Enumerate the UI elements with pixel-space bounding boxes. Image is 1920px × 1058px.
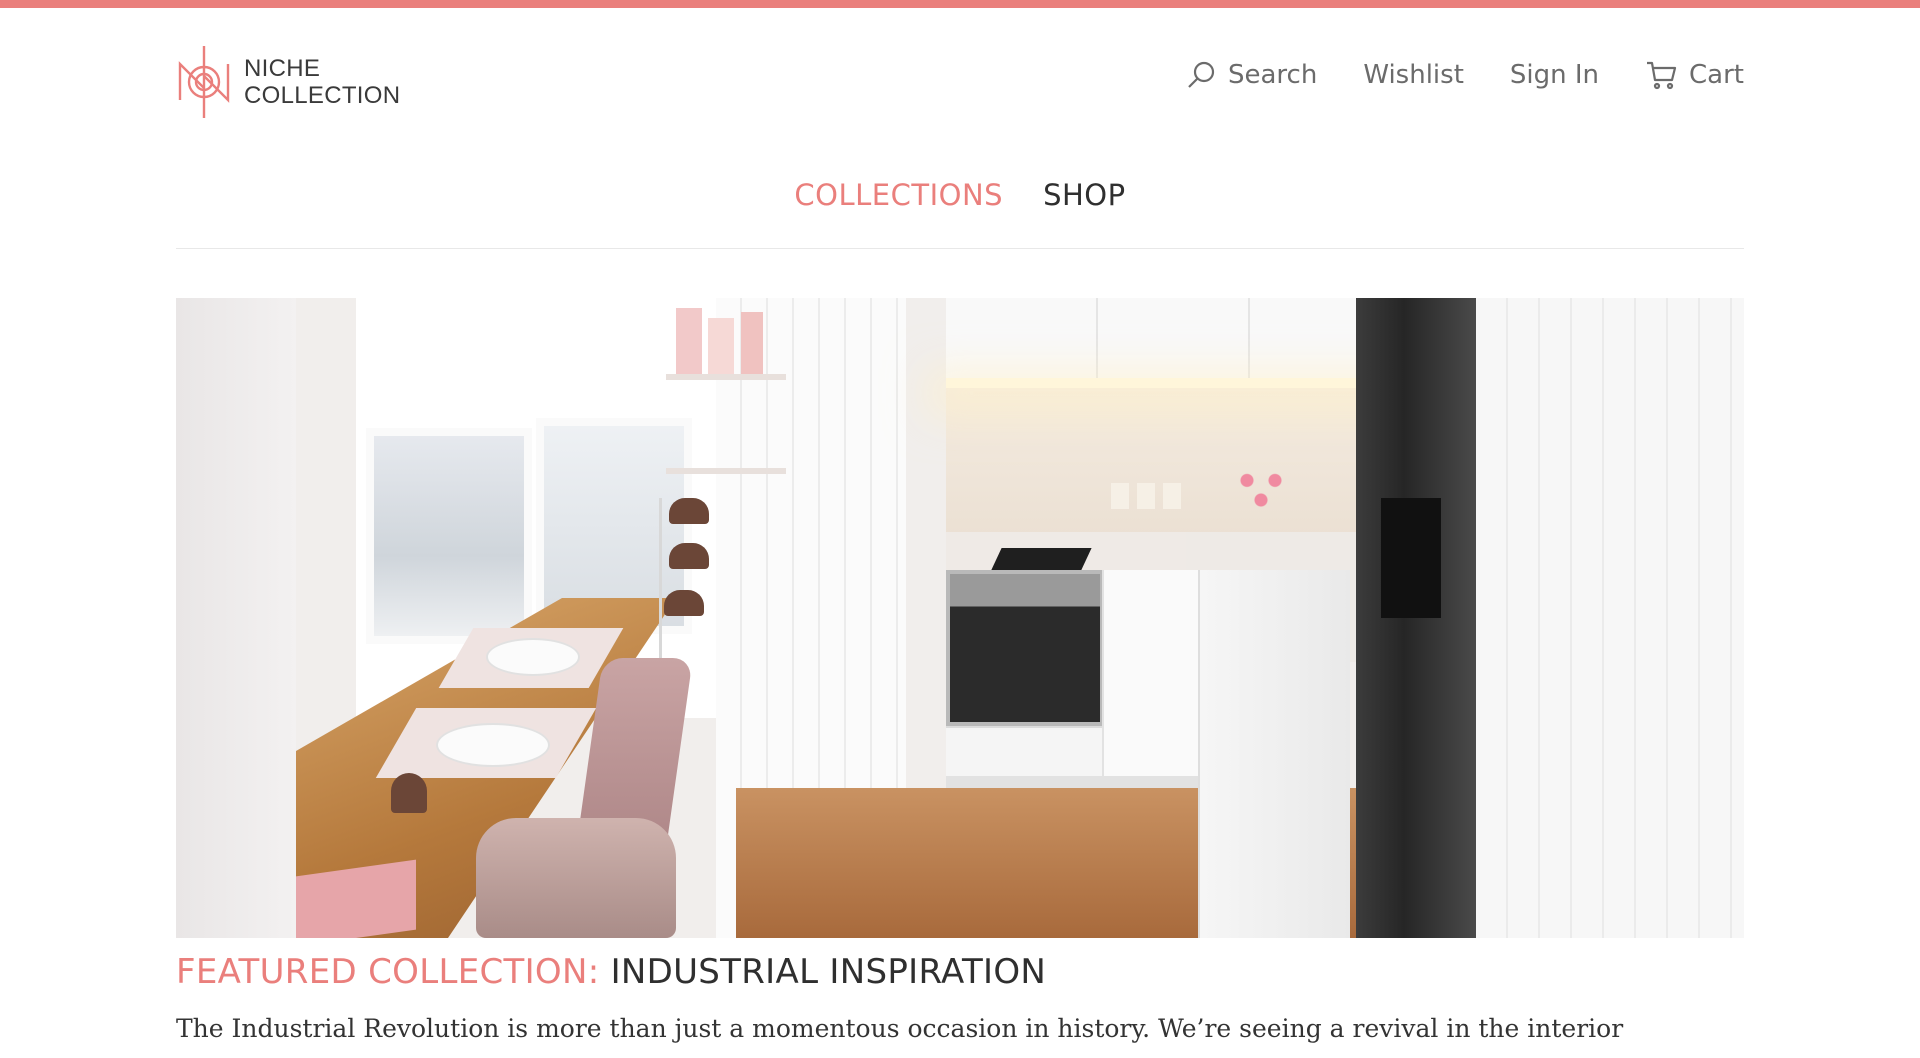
hero-plinth — [946, 776, 1198, 788]
hero-jars — [1111, 483, 1181, 509]
hero-shelf-box — [708, 318, 734, 374]
hero-cupcake — [669, 543, 709, 569]
brand-logo[interactable]: NICHE COLLECTION — [176, 44, 400, 120]
hero-shelf — [666, 468, 786, 474]
nav-shop[interactable]: SHOP — [1043, 178, 1126, 212]
hero-cake-stand — [1226, 458, 1296, 514]
hero-wall-left — [176, 298, 296, 938]
logo-mark-icon — [178, 46, 230, 118]
cart-icon — [1647, 61, 1677, 90]
header-divider — [176, 248, 1744, 249]
signin-label: Sign In — [1509, 60, 1600, 90]
featured-collection-name: INDUSTRIAL INSPIRATION — [610, 952, 1047, 992]
hero-fridge — [1356, 298, 1476, 938]
hero-cupcake — [669, 498, 709, 524]
featured-label: FEATURED COLLECTION: — [176, 952, 600, 992]
wishlist-link[interactable]: Wishlist — [1363, 60, 1464, 90]
featured-collection-heading[interactable]: FEATURED COLLECTION: INDUSTRIAL INSPIRAT… — [176, 952, 1046, 992]
main-nav: COLLECTIONS SHOP — [0, 178, 1920, 212]
brand-name-line1: NICHE — [244, 55, 321, 82]
search-label: Search — [1227, 60, 1318, 90]
brand-name-line2: COLLECTION — [244, 82, 401, 109]
hero-plate — [436, 723, 550, 767]
hero-wall-right — [1476, 298, 1744, 938]
hero-base-cabinet — [1198, 570, 1350, 938]
utility-nav: Search Wishlist Sign In Cart — [1186, 60, 1744, 90]
hero-shelf-box — [676, 308, 702, 374]
hero-window-pane — [366, 428, 532, 644]
brand-name: NICHE COLLECTION — [244, 55, 400, 109]
hero-under-cabinet-light — [946, 378, 1426, 388]
cart-label: Cart — [1689, 60, 1744, 90]
hero-oven-drawer — [946, 726, 1102, 778]
wishlist-label: Wishlist — [1363, 60, 1464, 90]
hero-base-cabinet — [1102, 570, 1200, 776]
hero-cupcake — [391, 773, 427, 813]
hero-shelf — [666, 374, 786, 380]
top-accent-bar — [0, 0, 1920, 8]
cart-link[interactable]: Cart — [1645, 60, 1744, 90]
hero-backsplash — [946, 388, 1426, 538]
hero-oven — [946, 570, 1104, 726]
hero-shelf-box — [741, 312, 763, 374]
hero-image[interactable] — [176, 298, 1744, 938]
featured-description: The Industrial Revolution is more than j… — [176, 1014, 1624, 1043]
nav-collections[interactable]: COLLECTIONS — [794, 178, 1003, 212]
signin-link[interactable]: Sign In — [1510, 60, 1599, 90]
hero-hob — [990, 548, 1092, 572]
hero-plate — [486, 638, 580, 676]
hero-chair-seat — [476, 818, 676, 938]
search-link[interactable]: Search — [1186, 60, 1317, 90]
hero-cupcake — [664, 590, 704, 616]
hero-fridge-dispenser — [1381, 498, 1441, 618]
search-icon — [1188, 61, 1215, 88]
